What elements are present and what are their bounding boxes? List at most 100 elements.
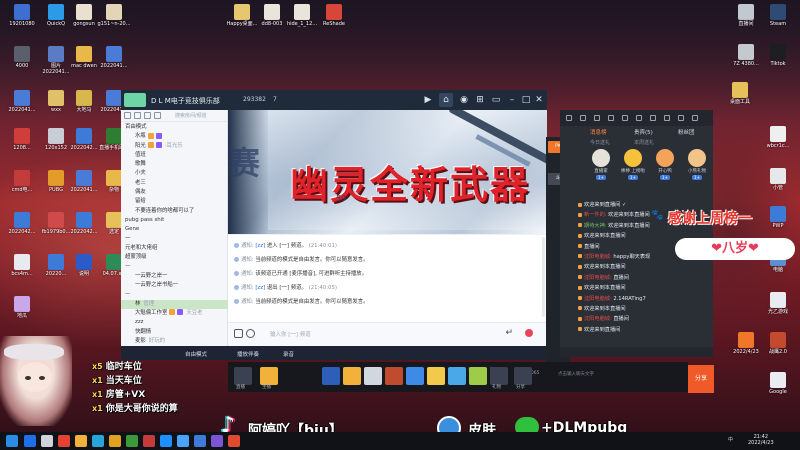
desktop-icon[interactable]: 桌面工具 [722, 82, 758, 105]
channel-tree-item[interactable]: Gene [121, 225, 228, 234]
desktop-icon[interactable]: 19201080 [4, 4, 40, 27]
skill-item-icon[interactable] [322, 367, 340, 385]
desktop-icon[interactable]: cmd电... [4, 170, 40, 193]
record-icon[interactable]: ▶ [421, 93, 435, 107]
desktop-icon[interactable]: 小管 [760, 168, 796, 191]
box-icon[interactable] [650, 115, 656, 121]
channel-tree-item[interactable]: 水瓶 [121, 132, 228, 141]
taskbar-app-icon[interactable] [109, 435, 121, 447]
taskbar-app-icon[interactable] [58, 435, 70, 447]
back-icon[interactable] [566, 115, 572, 121]
grid-icon[interactable] [134, 112, 141, 119]
channel-tree-item[interactable]: zzz [121, 318, 228, 327]
taskbar-app-icon[interactable] [143, 435, 155, 447]
channel-tree-item[interactable]: pubg pass shit [121, 216, 228, 225]
close-icon[interactable]: ✕ [532, 93, 546, 107]
gamepad-icon[interactable]: ⊞ [473, 93, 487, 107]
taskbar-app-icon[interactable] [194, 435, 206, 447]
mic-icon[interactable] [525, 329, 533, 337]
desktop-icon[interactable]: Steam [760, 4, 796, 27]
video-stream[interactable]: 赛 幽灵全新武器 59 [228, 110, 547, 234]
game-bar-icon[interactable] [260, 367, 278, 385]
channel-tree-item[interactable]: 麦影 好玩的 [121, 337, 228, 346]
desktop-icon[interactable]: 4000 [4, 46, 40, 69]
taskbar-app-icon[interactable] [160, 435, 172, 447]
desktop-icon[interactable]: 1208... [4, 128, 40, 151]
desktop-icon[interactable]: Tiktok [760, 44, 796, 67]
skill-item-icon[interactable] [343, 367, 361, 385]
stream-chat-input[interactable]: 点击输入聊天文字 [558, 371, 678, 377]
channel-tree-item[interactable]: — [121, 290, 228, 299]
message-scrollbar[interactable] [542, 237, 545, 317]
clock-icon[interactable] [246, 329, 255, 338]
channel-tree-item[interactable]: 大魁偏工作室 天豆老 [121, 309, 228, 318]
desktop-icon[interactable]: hide_1_12... [284, 4, 320, 27]
channel-search-input[interactable]: 搜索房间/频道 [175, 112, 207, 119]
skill-item-icon[interactable] [469, 367, 487, 385]
shirt-icon[interactable] [608, 115, 614, 121]
taskbar-app-icon[interactable] [126, 435, 138, 447]
gift-box-icon[interactable] [622, 115, 628, 121]
skill-item-icon[interactable] [364, 367, 382, 385]
channel-tree-item[interactable]: 留给 [121, 197, 228, 206]
pin-icon[interactable] [678, 115, 684, 121]
tab-fans[interactable]: 粉丝团 [678, 128, 695, 136]
channel-tree-item[interactable]: 超蒙顶级 [121, 253, 228, 262]
list-icon[interactable] [124, 112, 131, 119]
channel-tree-item[interactable]: 一 [121, 235, 228, 244]
desktop-icon[interactable]: 光乙游戏 [760, 292, 796, 315]
feed-user[interactable]: 沈阳电脑城: [584, 275, 613, 281]
more-icon[interactable] [692, 115, 698, 121]
desktop-icon[interactable]: ReShade [316, 4, 352, 27]
desktop-icon[interactable]: 2022041... [96, 46, 132, 69]
free-mode-button[interactable]: 自由模式 [185, 350, 207, 358]
maximize-icon[interactable]: □ [519, 93, 533, 107]
input-language[interactable]: 中 [728, 436, 733, 443]
settings-icon[interactable] [154, 112, 161, 119]
desktop-icon[interactable]: g151~n-20... [96, 4, 132, 27]
gift-rank-item[interactable]: 开心鸭 1+ [650, 149, 680, 181]
channel-tree-item[interactable]: 歌舞 [121, 160, 228, 169]
skill-item-icon[interactable] [427, 367, 445, 385]
channel-tree-item[interactable]: 值班 [121, 151, 228, 160]
chat-icon[interactable] [664, 115, 670, 121]
emoji-icon[interactable] [234, 329, 243, 338]
desktop-icon[interactable]: 7Z 4380... [728, 44, 764, 67]
desktop-icon[interactable]: 地瓜 [4, 296, 40, 319]
desktop-icon[interactable]: 战鹰2.0 [760, 332, 796, 355]
feed-user[interactable]: 沈阳电脑城: [584, 254, 613, 260]
message-user[interactable]: [zz] [255, 285, 267, 291]
taskbar-clock[interactable]: 21:42 2022/4/23 [748, 434, 774, 446]
desktop-icon[interactable]: 2022041... [4, 90, 40, 113]
bell-icon[interactable] [580, 115, 586, 121]
settings-icon[interactable] [636, 115, 642, 121]
message-input[interactable]: 输入你 [一] 频道 [270, 330, 311, 338]
skill-item-icon[interactable] [385, 367, 403, 385]
share-button[interactable]: 分享 [688, 365, 714, 393]
desktop-icon[interactable]: 2022042... [4, 212, 40, 235]
desktop-icon[interactable]: Google [760, 372, 796, 395]
face-icon[interactable] [594, 115, 600, 121]
channel-tree-item[interactable]: 快翻情 [121, 328, 228, 337]
game-bar-icon[interactable] [514, 367, 532, 385]
game-bar-icon[interactable] [490, 367, 508, 385]
channel-tree-item[interactable]: 百由模式 [121, 123, 228, 132]
gift-rank-item[interactable]: 棒棒 上榜啦 1+ [618, 149, 648, 181]
desktop-icon[interactable]: bcs4m... [4, 254, 40, 277]
channel-tree-item[interactable]: 元老和大佬组 [121, 244, 228, 253]
taskbar-app-icon[interactable] [41, 435, 53, 447]
channel-tree-item[interactable]: 不要连着你的啥都可以了 [121, 207, 228, 216]
channel-tree-item[interactable]: 阳光 ·耳光乐 [121, 142, 228, 151]
desktop-icon[interactable]: 直播间 [728, 4, 764, 27]
send-icon[interactable]: ↵ [505, 328, 513, 338]
skill-item-icon[interactable] [448, 367, 466, 385]
channel-tree-item[interactable]: 一云野之岸书船一 [121, 281, 228, 290]
game-bar-icon[interactable] [234, 367, 252, 385]
user-icon[interactable] [144, 112, 151, 119]
channel-tree-item[interactable]: 林管理 [121, 299, 228, 309]
minimize-icon[interactable]: – [505, 93, 519, 107]
tab-vip[interactable]: 贵宾(5) [634, 128, 653, 136]
taskbar-app-icon[interactable] [75, 435, 87, 447]
desktop-icon[interactable]: 2022/4/23 [728, 332, 764, 355]
gift-rank-item[interactable]: 小熊礼物 1+ [682, 149, 712, 181]
